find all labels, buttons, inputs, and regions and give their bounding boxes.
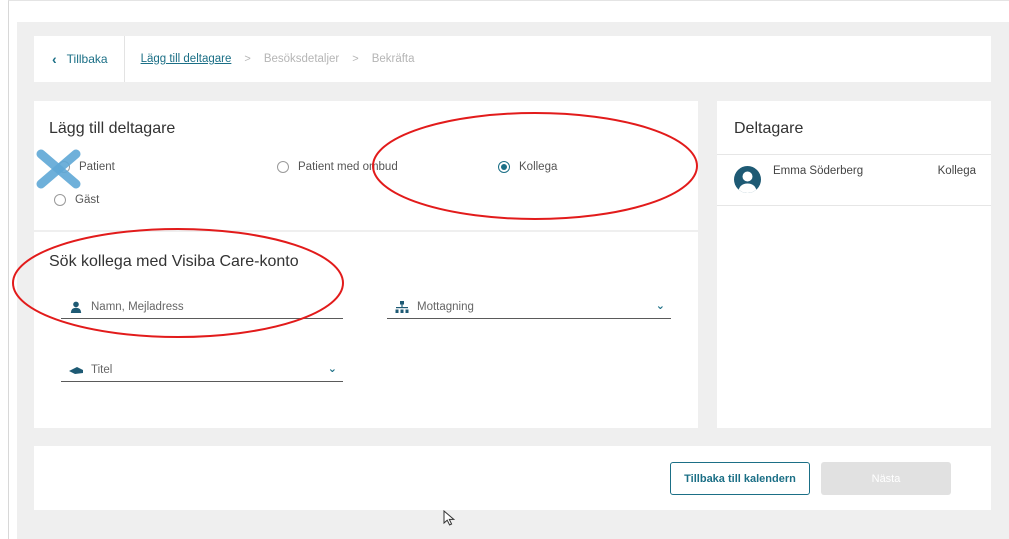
radio-circle-selected [498,161,510,173]
chevron-right-icon: > [352,53,359,65]
participant-role: Kollega [937,165,976,177]
participant-name: Emma Söderberg [773,165,864,177]
radio-patient-with-representative[interactable]: Patient med ombud [277,161,398,173]
reception-label: Mottagning [417,300,474,313]
divider [717,154,991,155]
chevron-right-icon: > [244,53,251,65]
divider [717,205,991,206]
back-label: Tillbaka [66,52,108,66]
add-participant-title: Lägg till deltagare [49,120,176,137]
org-chart-icon [393,300,411,313]
step-confirm: Bekräfta [371,53,415,65]
radio-patient[interactable]: Patient [58,161,115,173]
back-button[interactable]: ‹ Tillbaka [34,36,125,82]
reception-select[interactable]: Mottagning ⌄ [387,295,671,319]
participant-type-card: Lägg till deltagare Patient Patient med … [34,101,698,230]
radio-guest-label: Gäst [75,194,100,206]
search-colleague-card: Sök kollega med Visiba Care-konto Namn, … [34,232,698,428]
action-bar: Tillbaka till kalendern Nästa [34,446,991,510]
radio-circle [277,161,289,173]
radio-colleague-label: Kollega [519,161,558,173]
radio-patient-with-representative-label: Patient med ombud [298,161,398,173]
step-visit-details: Besöksdetaljer [263,53,340,65]
avatar-icon [734,166,761,193]
step-add-participant[interactable]: Lägg till deltagare [141,53,232,65]
next-button: Nästa [821,462,951,495]
back-to-calendar-button[interactable]: Tillbaka till kalendern [670,462,810,495]
person-icon [67,301,85,313]
participants-card: Deltagare Emma Söderberg Kollega [717,101,991,428]
radio-patient-label: Patient [79,161,115,173]
id-badge-icon [67,365,85,375]
name-email-placeholder: Namn, Mejladress [91,300,184,313]
mouse-cursor-icon [443,509,457,531]
search-colleague-title: Sök kollega med Visiba Care-konto [49,253,299,270]
radio-guest[interactable]: Gäst [54,194,99,206]
chevron-down-icon: ⌄ [327,363,337,375]
name-email-input[interactable]: Namn, Mejladress [61,295,343,319]
title-label: Titel [91,363,113,376]
radio-colleague[interactable]: Kollega [498,161,557,173]
chevron-down-icon: ⌄ [655,300,665,312]
breadcrumb: ‹ Tillbaka Lägg till deltagare > Besöksd… [34,36,991,82]
participants-title: Deltagare [734,120,804,137]
radio-circle [58,161,70,173]
radio-circle [54,194,66,206]
title-select[interactable]: Titel ⌄ [61,358,343,382]
chevron-left-icon: ‹ [52,51,57,67]
